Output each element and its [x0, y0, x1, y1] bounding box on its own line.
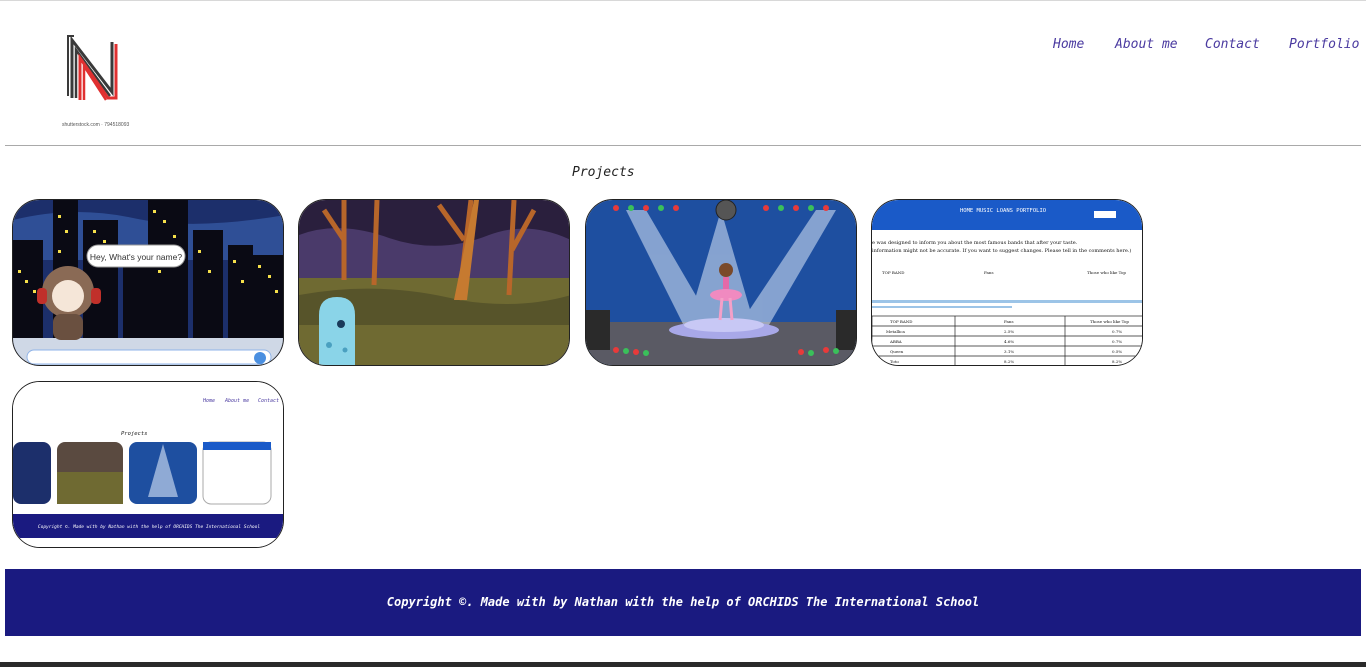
mini-nav-home: Home	[202, 398, 215, 404]
n-logo-icon	[67, 35, 118, 101]
bands-top-header-3: Those who like Top	[1087, 270, 1126, 275]
nav-about-link[interactable]: About me	[1115, 37, 1178, 52]
forest-thumbnail	[299, 200, 569, 365]
bands-nav-text: HOME MUSIC LOANS PORTFOLIO	[960, 208, 1046, 214]
mini-projects-title: Projects	[121, 431, 148, 437]
bands-cell: 2.5%	[1004, 329, 1014, 334]
bands-cell: 8.2%	[1112, 359, 1122, 364]
bands-site-thumbnail: HOME MUSIC LOANS PORTFOLIO e was designe…	[872, 200, 1142, 365]
bands-cell: Queen	[890, 349, 904, 354]
project-card-bands-site[interactable]: HOME MUSIC LOANS PORTFOLIO e was designe…	[871, 199, 1143, 366]
site-logo[interactable]	[60, 30, 130, 130]
chatbot-thumbnail: Hey, What's your name?	[13, 200, 283, 365]
bands-cell: 4.6%	[1004, 339, 1014, 344]
header-divider	[5, 145, 1361, 146]
footer-copyright: Copyright ©. Made with by Nathan with th…	[386, 595, 980, 609]
chatbot-speech-text: Hey, What's your name?	[90, 252, 182, 262]
ballerina-thumbnail	[586, 200, 856, 365]
mini-nav-about: About me	[224, 398, 249, 404]
ghost-character	[319, 297, 355, 365]
bands-top-header-1: TOP BAND	[882, 270, 904, 275]
top-border	[0, 0, 1366, 1]
bands-cell: ABBA	[889, 339, 902, 344]
bands-line2: information might not be accurate. If yo…	[872, 247, 1131, 254]
bands-top-header-2: Fans	[984, 270, 994, 275]
nav-home-link[interactable]: Home	[1053, 37, 1084, 52]
bands-col-header-2: Fans	[1004, 319, 1014, 324]
project-card-chatbot[interactable]: Hey, What's your name?	[12, 199, 284, 366]
mini-footer-text: Copyright ©. Made with by Nathan with th…	[38, 524, 260, 530]
projects-title: Projects	[572, 165, 635, 180]
bands-line1: e was designed to inform you about the m…	[872, 240, 1078, 246]
bands-cell: 3.1%	[1004, 349, 1014, 354]
bands-cell: 8.2%	[1004, 359, 1014, 364]
bands-cell: 0.5%	[1112, 349, 1122, 354]
nav-contact-link[interactable]: Contact	[1205, 37, 1260, 52]
project-card-forest[interactable]	[298, 199, 570, 366]
nav-portfolio-link[interactable]: Portfolio	[1289, 37, 1359, 52]
site-footer: Copyright ©. Made with by Nathan with th…	[5, 569, 1361, 636]
portfolio-site-thumbnail: Home About me Contact Projects Copyright…	[13, 382, 283, 547]
project-card-ballerina[interactable]	[585, 199, 857, 366]
bands-cell: Toto	[890, 359, 899, 364]
bands-col-header-1: TOP BAND	[890, 319, 912, 324]
bands-cell: Metallica	[886, 329, 906, 334]
bands-cell: 0.7%	[1112, 329, 1122, 334]
bands-cell: 0.7%	[1112, 339, 1122, 344]
mini-nav-contact: Contact	[258, 398, 279, 404]
bands-col-header-3: Those who like Top	[1090, 319, 1129, 324]
logo-caption: shutterstock.com · 794518093	[62, 122, 130, 128]
project-card-portfolio-site[interactable]: Home About me Contact Projects Copyright…	[12, 381, 284, 548]
bottom-edge-bar	[0, 662, 1366, 667]
